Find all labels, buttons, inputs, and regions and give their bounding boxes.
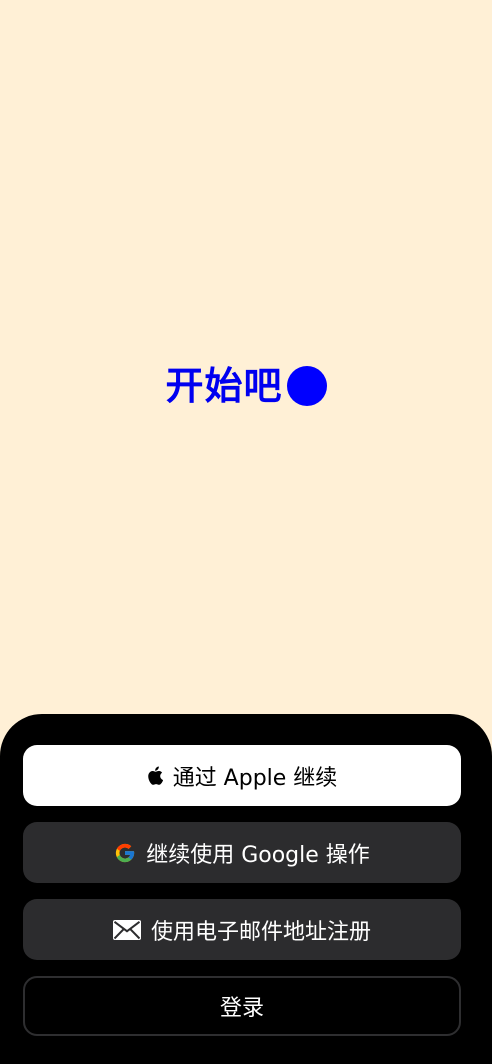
google-icon: [114, 842, 136, 864]
page-title: 开始吧: [165, 364, 283, 408]
blue-dot-icon: [286, 366, 327, 406]
mail-icon: [112, 919, 141, 940]
apple-icon: [147, 766, 163, 785]
hero: 开始吧: [0, 362, 492, 410]
auth-sheet: 通过 Apple 继续 继续使用 Google 操作 使用电子邮件地址注册 登录: [0, 714, 492, 1064]
login-button[interactable]: 登录: [23, 976, 461, 1036]
continue-with-apple-button[interactable]: 通过 Apple 继续: [23, 745, 461, 806]
continue-with-google-label: 继续使用 Google 操作: [146, 842, 370, 868]
login-label: 登录: [219, 996, 264, 1021]
signup-with-email-label: 使用电子邮件地址注册: [150, 919, 371, 945]
continue-with-apple-label: 通过 Apple 继续: [172, 765, 338, 791]
signup-with-email-button[interactable]: 使用电子邮件地址注册: [23, 899, 461, 960]
continue-with-google-button[interactable]: 继续使用 Google 操作: [23, 822, 461, 883]
